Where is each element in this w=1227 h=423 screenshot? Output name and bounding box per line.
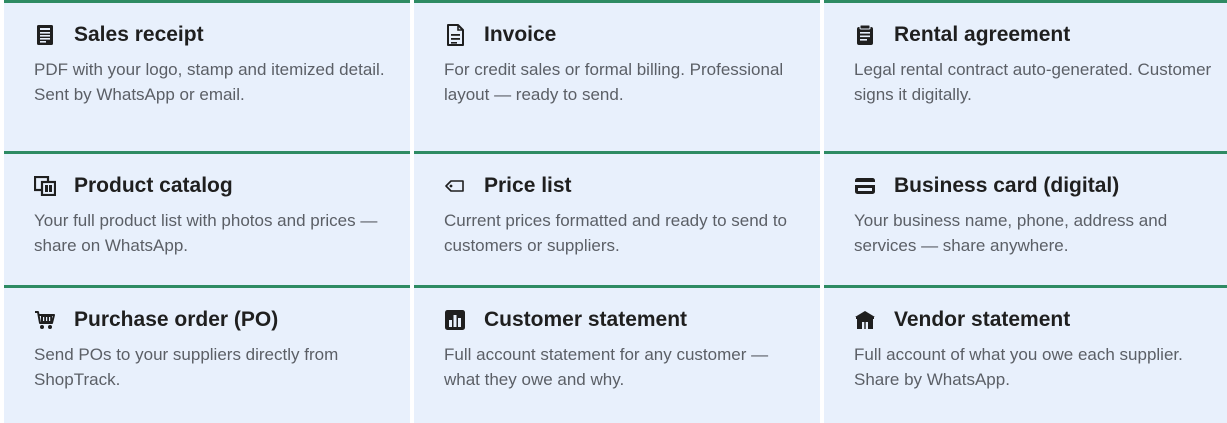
card-product-catalog[interactable]: Product catalog Your full product list w… <box>4 151 410 285</box>
card-title: Rental agreement <box>894 23 1071 46</box>
building-icon <box>854 309 876 331</box>
card-title: Vendor statement <box>894 308 1071 331</box>
card-title: Price list <box>484 174 572 197</box>
catalog-icon <box>34 175 56 197</box>
card-title-row: Customer statement <box>444 306 802 334</box>
card-description: Your full product list with photos and p… <box>34 211 378 255</box>
clipboard-icon <box>854 24 876 46</box>
card-description: Current prices formatted and ready to se… <box>444 211 788 255</box>
card-title-row: Rental agreement <box>854 21 1213 49</box>
card-title-row: Purchase order (PO) <box>34 306 392 334</box>
receipt-icon <box>34 24 56 46</box>
card-description: Send POs to your suppliers directly from… <box>34 345 339 389</box>
card-title: Invoice <box>484 23 557 46</box>
card-description: For credit sales or formal billing. Prof… <box>444 60 784 104</box>
price-tag-icon <box>444 175 466 197</box>
card-vendor-statement[interactable]: Vendor statement Full account of what yo… <box>824 285 1227 423</box>
card-description: Full account of what you owe each suppli… <box>854 345 1183 389</box>
card-description: Your business name, phone, address and s… <box>854 211 1168 255</box>
card-description: PDF with your logo, stamp and itemized d… <box>34 60 385 104</box>
card-title-row: Sales receipt <box>34 21 392 49</box>
card-rental-agreement[interactable]: Rental agreement Legal rental contract a… <box>824 0 1227 151</box>
card-title: Business card (digital) <box>894 174 1120 197</box>
card-title: Purchase order (PO) <box>74 308 279 331</box>
cart-icon <box>34 309 56 331</box>
bar-chart-icon <box>444 309 466 331</box>
card-title-row: Invoice <box>444 21 802 49</box>
card-description: Legal rental contract auto-generated. Cu… <box>854 60 1212 104</box>
card-title-row: Price list <box>444 172 802 200</box>
card-title-row: Product catalog <box>34 172 392 200</box>
card-price-list[interactable]: Price list Current prices formatted and … <box>414 151 820 285</box>
card-customer-statement[interactable]: Customer statement Full account statemen… <box>414 285 820 423</box>
card-title-row: Vendor statement <box>854 306 1213 334</box>
card-icon <box>854 175 876 197</box>
card-title: Product catalog <box>74 174 233 197</box>
card-invoice[interactable]: Invoice For credit sales or formal billi… <box>414 0 820 151</box>
card-description: Full account statement for any customer … <box>444 345 769 389</box>
document-types-grid: Sales receipt PDF with your logo, stamp … <box>0 0 1227 423</box>
card-purchase-order[interactable]: Purchase order (PO) Send POs to your sup… <box>4 285 410 423</box>
card-business-card[interactable]: Business card (digital) Your business na… <box>824 151 1227 285</box>
card-title: Sales receipt <box>74 23 204 46</box>
card-title-row: Business card (digital) <box>854 172 1213 200</box>
card-sales-receipt[interactable]: Sales receipt PDF with your logo, stamp … <box>4 0 410 151</box>
card-title: Customer statement <box>484 308 688 331</box>
document-icon <box>444 24 466 46</box>
